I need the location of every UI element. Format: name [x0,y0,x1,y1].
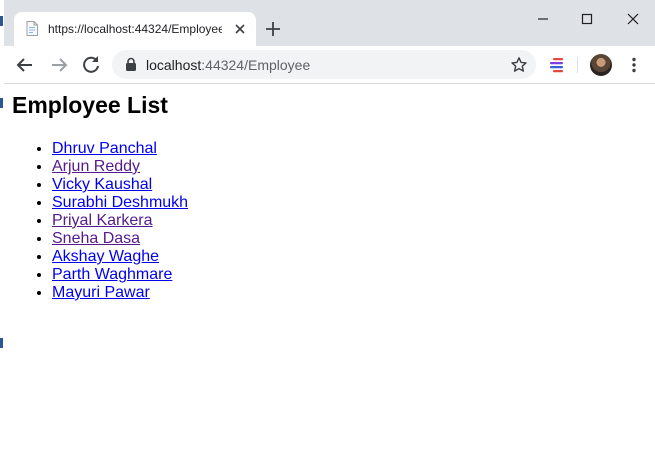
address-bar[interactable]: localhost:44324/Employee [112,50,536,79]
forward-arrow-icon[interactable] [46,52,72,78]
maximize-icon[interactable] [572,6,602,32]
list-item: Vicky Kaushal [52,176,188,194]
list-item: Dhruv Panchal [52,140,188,158]
tab-strip: https://localhost:44324/Employee [4,0,655,46]
list-item: Mayuri Pawar [52,284,188,302]
edge-mark [0,338,3,348]
employee-link[interactable]: Surabhi Deshmukh [52,194,188,211]
back-arrow-icon[interactable] [12,52,38,78]
employee-link[interactable]: Dhruv Panchal [52,140,157,157]
list-item: Sneha Dasa [52,230,188,248]
avatar[interactable] [590,54,612,76]
employee-link[interactable]: Akshay Waghe [52,248,159,265]
employee-link[interactable]: Vicky Kaushal [52,176,152,193]
toolbar-divider [577,57,578,73]
tab-title: https://localhost:44324/Employee [48,22,222,36]
list-item: Priyal Karkera [52,212,188,230]
star-icon[interactable] [510,56,528,74]
list-item: Akshay Waghe [52,248,188,266]
lock-icon[interactable] [124,57,138,72]
page-icon [26,21,38,36]
close-icon[interactable] [232,21,248,37]
browser-window: https://localhost:44324/Employee localho… [0,0,655,454]
employee-link[interactable]: Arjun Reddy [52,158,140,175]
employee-link[interactable]: Parth Waghmare [52,266,172,283]
browser-tab[interactable]: https://localhost:44324/Employee [14,12,256,46]
edge-mark [0,98,3,108]
plus-icon[interactable] [262,18,284,40]
employee-list: Dhruv PanchalArjun ReddyVicky KaushalSur… [12,140,188,302]
list-item: Arjun Reddy [52,158,188,176]
url-host: localhost [146,57,202,73]
minimize-icon[interactable] [528,6,558,32]
browser-toolbar: localhost:44324/Employee [4,46,655,84]
employee-link[interactable]: Sneha Dasa [52,230,140,247]
employee-link[interactable]: Priyal Karkera [52,212,152,229]
list-item: Surabhi Deshmukh [52,194,188,212]
edge-mark [0,16,3,26]
employee-link[interactable]: Mayuri Pawar [52,284,150,301]
url-path: :44324/Employee [201,57,311,73]
more-vert-icon[interactable] [624,55,644,75]
page-content: Employee List Dhruv PanchalArjun ReddyVi… [4,84,655,454]
page-title: Employee List [12,92,168,118]
list-item: Parth Waghmare [52,266,188,284]
url-text[interactable]: localhost:44324/Employee [146,57,310,73]
extension-icon[interactable] [547,55,567,75]
reload-icon[interactable] [78,52,104,78]
window-close-icon[interactable] [618,6,648,32]
